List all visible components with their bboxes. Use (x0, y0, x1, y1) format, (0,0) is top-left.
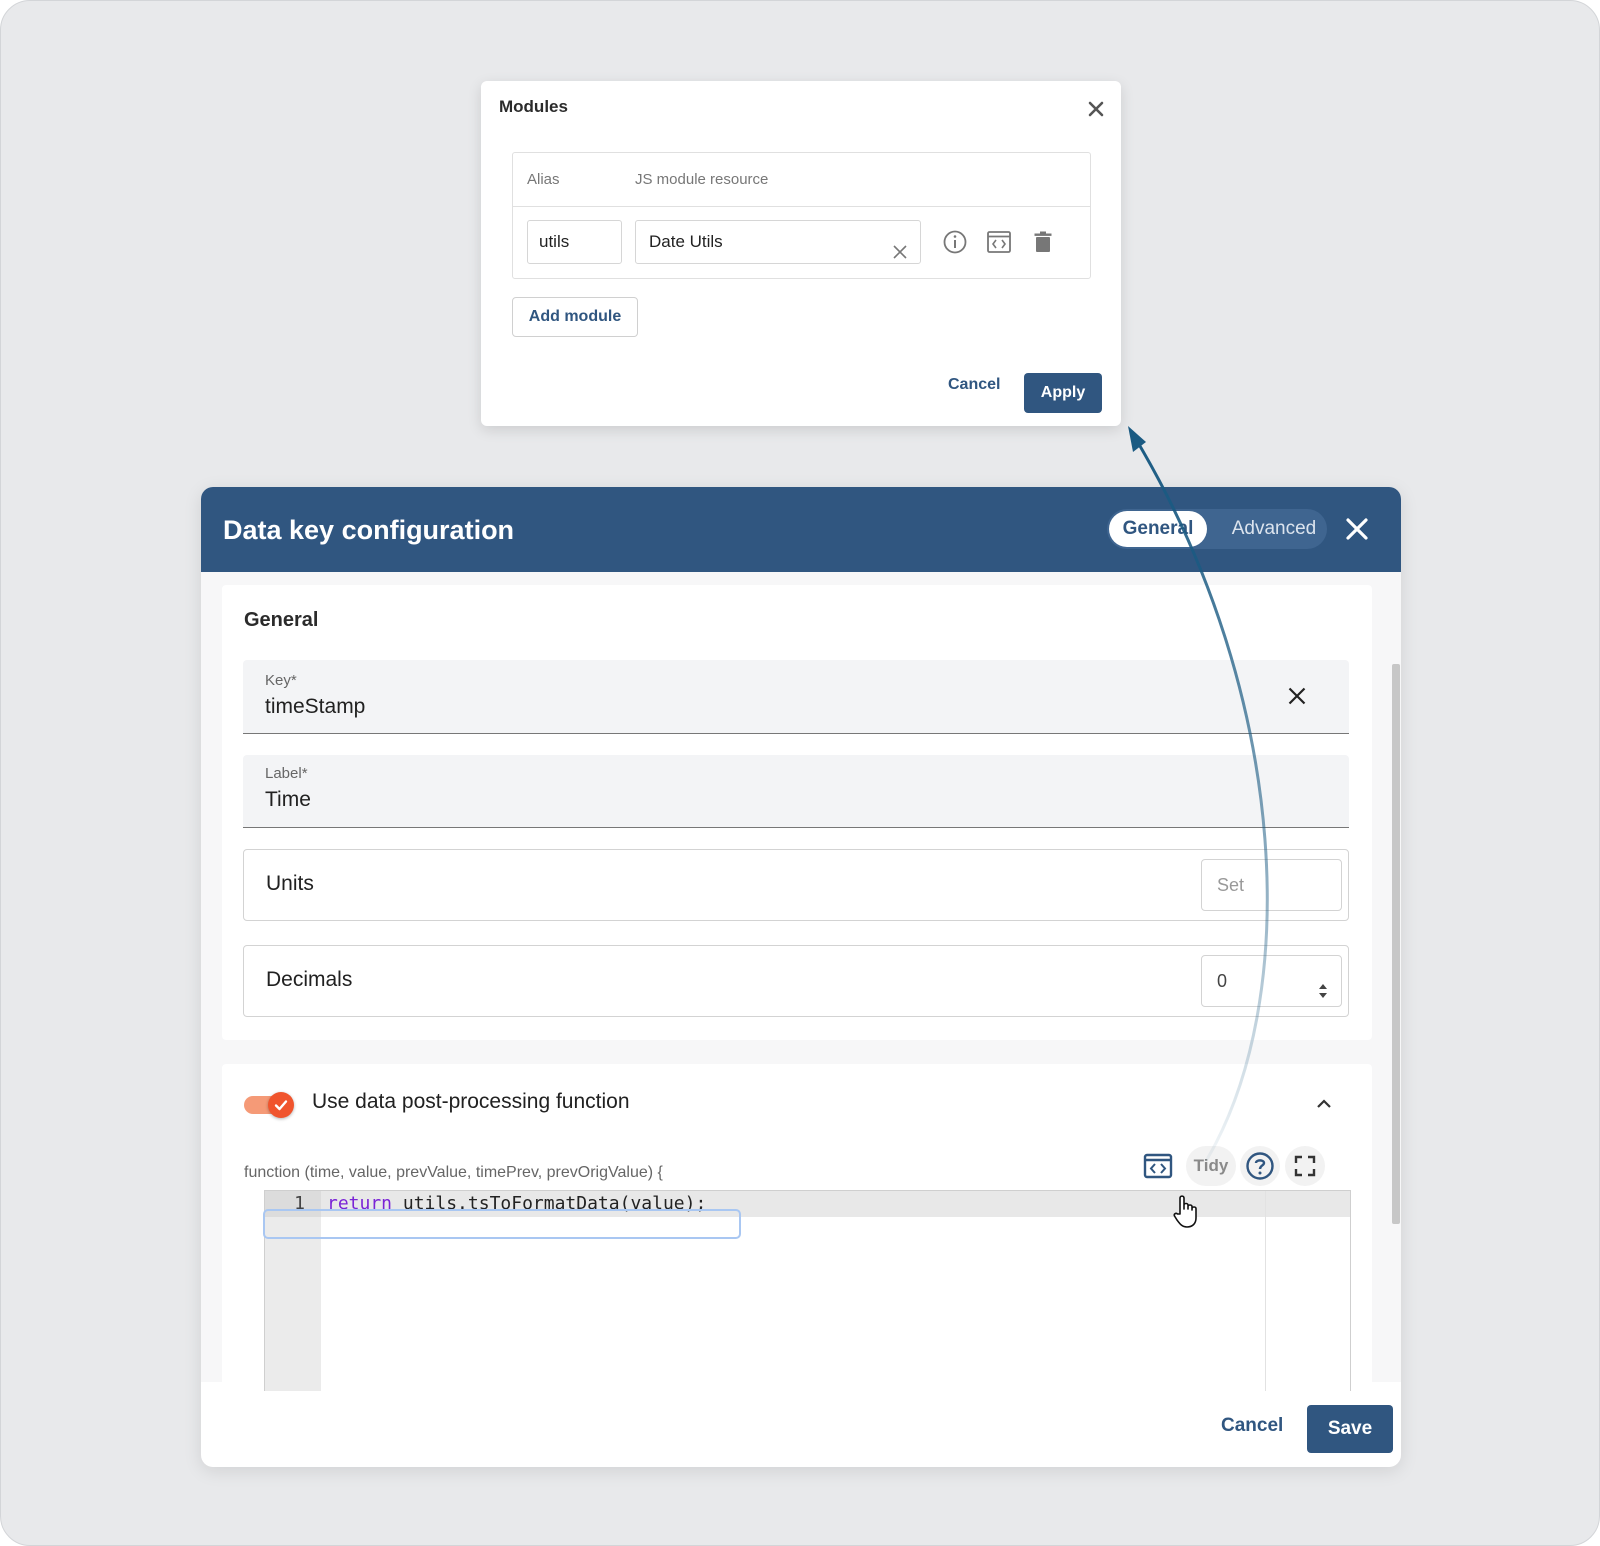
code-window-icon (987, 231, 1011, 253)
clear-icon (893, 245, 907, 259)
alias-input[interactable]: utils (527, 220, 622, 264)
data-key-dialog: Data key configuration General Advanced … (201, 487, 1401, 1467)
clear-resource-button[interactable] (892, 234, 910, 259)
alias-column-header: Alias (527, 171, 560, 188)
close-icon (1088, 101, 1104, 117)
resource-value: Date Utils (649, 232, 723, 251)
print-margin (1265, 1191, 1266, 1391)
info-icon (943, 230, 967, 254)
label-field[interactable]: Label* Time (243, 755, 1349, 828)
dialog-header: Data key configuration General Advanced (201, 487, 1401, 572)
close-icon (1346, 518, 1368, 540)
modules-dialog: Modules Alias JS module resource utils D… (481, 81, 1121, 426)
label-field-value: Time (265, 788, 311, 811)
save-button[interactable]: Save (1307, 1405, 1393, 1453)
modules-close-button[interactable] (1084, 97, 1108, 121)
decimals-label: Decimals (266, 968, 353, 991)
check-icon (274, 1100, 288, 1111)
scrollbar[interactable] (1392, 664, 1400, 1224)
module-info-button[interactable] (941, 228, 969, 256)
tab-switcher: General Advanced (1107, 509, 1327, 549)
key-field-value: timeStamp (265, 695, 366, 718)
tidy-button[interactable]: Tidy (1186, 1146, 1236, 1186)
decimals-input[interactable]: 0 (1201, 955, 1342, 1007)
apply-button[interactable]: Apply (1024, 373, 1102, 413)
fullscreen-button[interactable] (1285, 1146, 1325, 1186)
function-signature: function (time, value, prevValue, timePr… (244, 1164, 663, 1181)
hand-cursor-icon (1173, 1195, 1197, 1228)
cancel-button[interactable]: Cancel (1221, 1415, 1283, 1437)
resource-input[interactable]: Date Utils (635, 220, 921, 264)
tab-advanced[interactable]: Advanced (1219, 511, 1329, 547)
fullscreen-icon (1294, 1155, 1316, 1177)
post-processing-label: Use data post-processing function (312, 1090, 630, 1113)
code-highlight (263, 1209, 741, 1239)
general-card: General Key* timeStamp Label* Time Units… (222, 585, 1372, 1040)
add-module-button[interactable]: Add module (512, 297, 638, 337)
units-label: Units (266, 872, 314, 895)
modules-table: Alias JS module resource utils Date Util… (512, 152, 1091, 279)
help-icon (1246, 1152, 1274, 1180)
section-title-general: General (244, 609, 319, 631)
units-row: Units Set (243, 849, 1349, 921)
code-window-icon (1143, 1153, 1173, 1179)
dialog-close-button[interactable] (1341, 513, 1373, 545)
modules-button[interactable] (1138, 1146, 1178, 1186)
decimals-stepper[interactable] (1316, 971, 1330, 998)
key-field-label: Key* (265, 672, 297, 689)
resource-column-header: JS module resource (635, 171, 769, 188)
key-field[interactable]: Key* timeStamp (243, 660, 1349, 734)
table-divider (513, 206, 1090, 207)
dialog-title: Data key configuration (223, 515, 515, 545)
modules-dialog-title: Modules (499, 97, 568, 116)
modules-cancel-button[interactable]: Cancel (948, 376, 1000, 394)
stepper-arrows-icon (1319, 984, 1327, 998)
decimals-row: Decimals 0 (243, 945, 1349, 1017)
trash-icon (1034, 231, 1052, 252)
post-processing-toggle[interactable] (244, 1092, 294, 1118)
background-canvas: Modules Alias JS module resource utils D… (0, 0, 1600, 1546)
clear-icon (1288, 687, 1306, 705)
chevron-up-icon (1317, 1099, 1331, 1108)
collapse-button[interactable] (1312, 1092, 1336, 1116)
clear-key-button[interactable] (1285, 684, 1309, 708)
module-delete-button[interactable] (1029, 228, 1057, 256)
tab-general[interactable]: General (1109, 511, 1207, 547)
decimals-value: 0 (1217, 971, 1228, 991)
units-input[interactable]: Set (1201, 859, 1342, 911)
dialog-body: General Key* timeStamp Label* Time Units… (201, 572, 1401, 1394)
module-code-button[interactable] (985, 228, 1013, 256)
toggle-thumb (268, 1092, 294, 1118)
label-field-label: Label* (265, 765, 308, 782)
help-button[interactable] (1240, 1146, 1280, 1186)
